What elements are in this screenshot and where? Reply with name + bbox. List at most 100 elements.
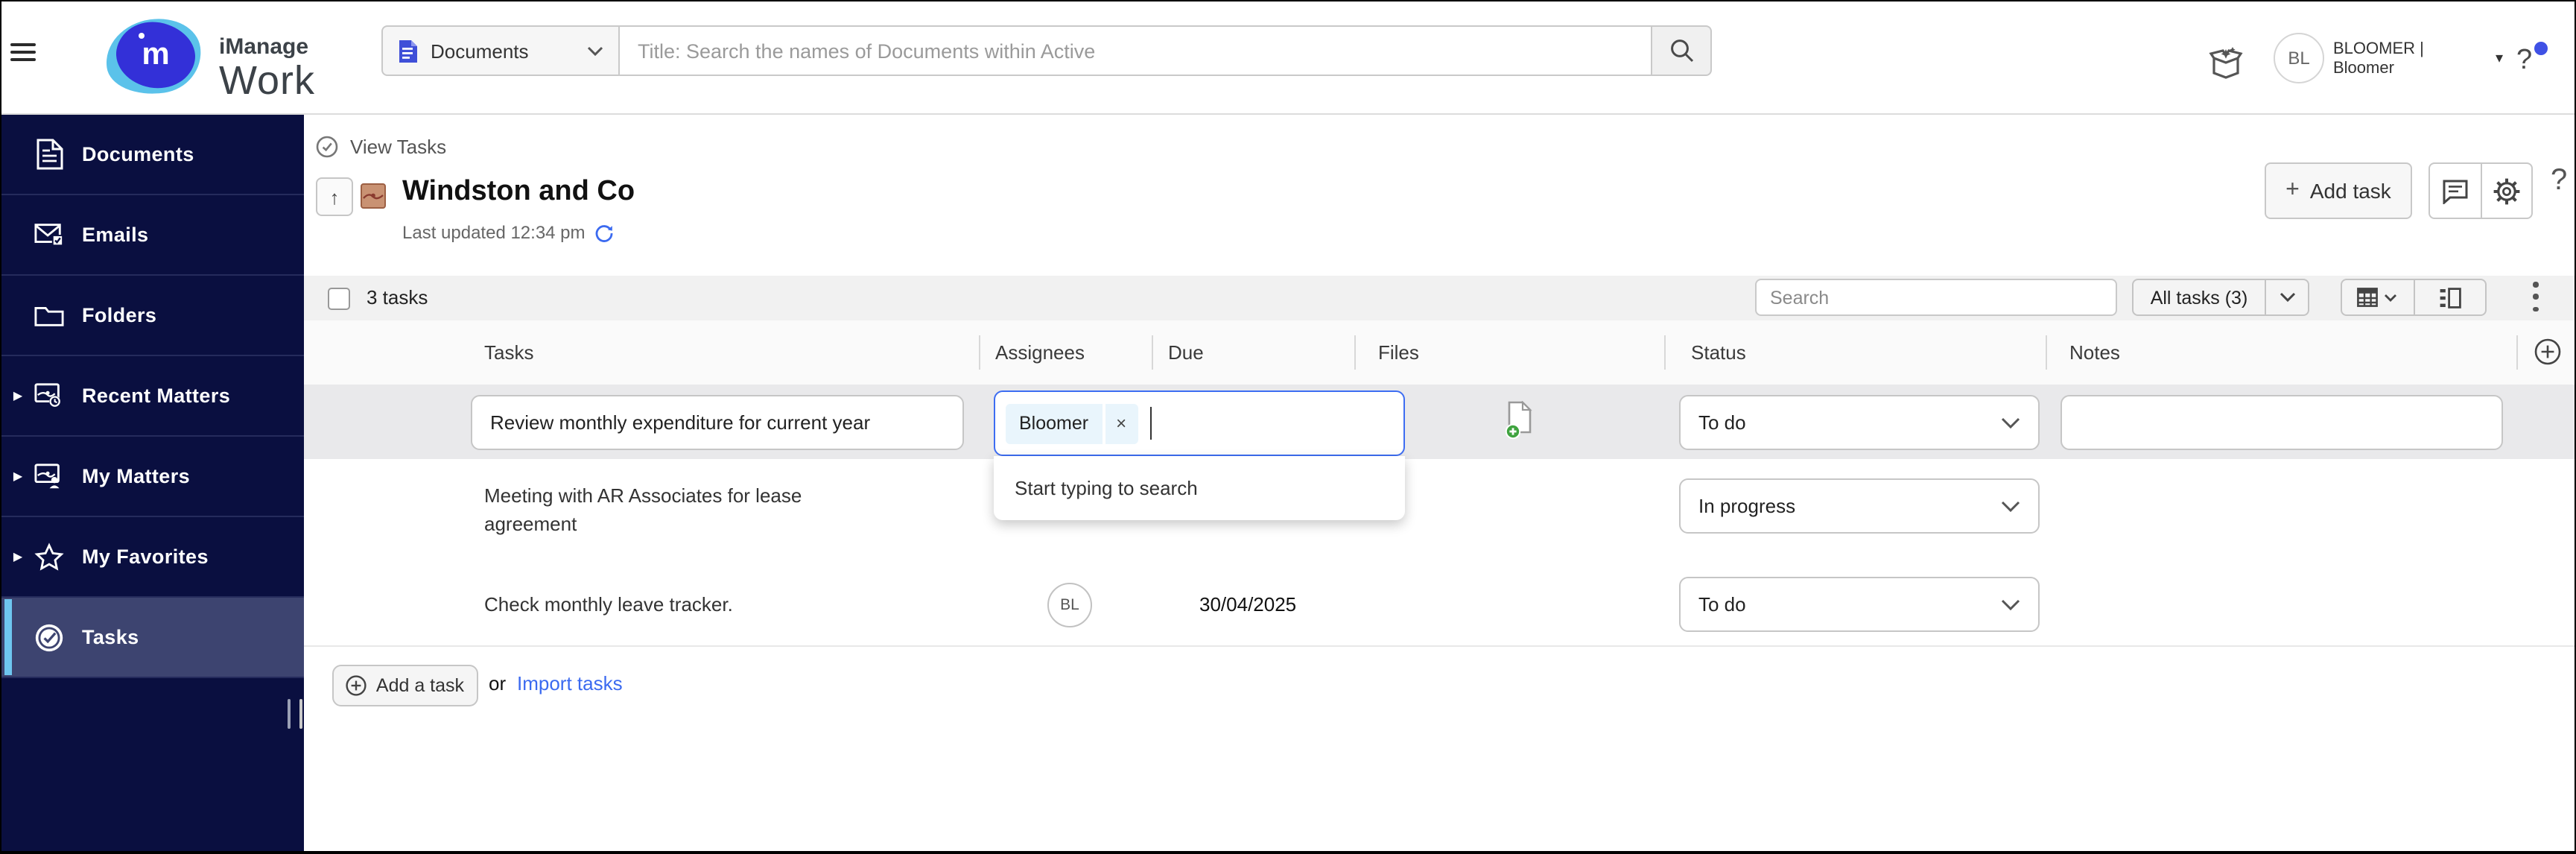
table-view-icon	[2357, 288, 2379, 307]
chip-remove-icon[interactable]: ×	[1105, 403, 1138, 443]
expand-arrow-icon[interactable]: ▶	[1, 550, 34, 563]
view-switcher	[2341, 279, 2487, 316]
sidebar-item-tasks[interactable]: Tasks	[1, 598, 304, 678]
document-icon	[398, 38, 419, 63]
breadcrumb-label: View Tasks	[350, 136, 447, 158]
user-menu-caret-icon[interactable]: ▾	[2496, 51, 2503, 67]
help-icon[interactable]: ?	[2516, 45, 2532, 78]
app-window: m iManage Work Documents BL	[1, 1, 2575, 851]
expand-arrow-icon[interactable]: ▶	[1, 389, 34, 402]
sidebar-item-my-matters[interactable]: ▶ My Matters	[1, 437, 304, 517]
sidebar-item-label: Recent Matters	[82, 385, 231, 407]
tasks-toolbar: 3 tasks All tasks (3)	[304, 276, 2575, 320]
status-select[interactable]: To do	[1679, 395, 2040, 450]
add-task-label: Add task	[2309, 179, 2391, 203]
chevron-down-icon	[2001, 417, 2020, 428]
notes-input[interactable]	[2061, 395, 2503, 450]
status-select[interactable]: To do	[1679, 577, 2040, 632]
due-date[interactable]: 30/04/2025	[1199, 593, 1296, 616]
task-title-input[interactable]	[471, 395, 964, 450]
status-select[interactable]: In progress	[1679, 478, 2040, 534]
imanage-logo: m iManage Work	[101, 13, 314, 103]
user-name-line2: Bloomer	[2333, 60, 2394, 78]
search-submit-button[interactable]	[1652, 25, 1712, 76]
status-value: To do	[1698, 411, 1746, 434]
add-column-button[interactable]	[2534, 338, 2561, 365]
file-add-icon	[1505, 401, 1532, 440]
header-icon-group	[2429, 162, 2533, 219]
sidebar-item-my-favorites[interactable]: ▶ My Favorites	[1, 517, 304, 598]
sidebar-item-folders[interactable]: Folders	[1, 276, 304, 356]
select-all-checkbox[interactable]	[328, 288, 350, 310]
comment-icon	[2443, 179, 2467, 203]
sidebar-item-recent-matters[interactable]: ▶ Recent Matters	[1, 356, 304, 437]
column-header-assignees[interactable]: Assignees	[995, 320, 1085, 385]
sidebar-item-documents[interactable]: Documents	[1, 115, 304, 195]
import-tasks-link[interactable]: Import tasks	[517, 672, 623, 695]
column-header-tasks[interactable]: Tasks	[484, 320, 533, 385]
page-help-icon[interactable]: ?	[2551, 164, 2567, 198]
settings-button[interactable]	[2480, 164, 2531, 218]
screenshot-frame: m iManage Work Documents BL	[0, 0, 2576, 854]
expand-arrow-icon[interactable]: ▶	[1, 469, 34, 483]
task-title[interactable]: Check monthly leave tracker.	[484, 590, 901, 619]
column-header-files[interactable]: Files	[1378, 320, 1419, 385]
panel-resize-handle[interactable]	[299, 699, 302, 729]
logo-text-imanage: iManage	[219, 34, 309, 60]
table-row[interactable]: Bloomer × To do	[304, 385, 2575, 459]
side-panel-view-button[interactable]	[2413, 280, 2485, 314]
sidebar-item-emails[interactable]: Emails	[1, 195, 304, 276]
view-tasks-icon	[316, 136, 338, 158]
table-row[interactable]: Meeting with AR Associates for lease agr…	[304, 459, 2575, 565]
logo-text-work: Work	[219, 58, 316, 103]
last-updated-text: Last updated 12:34 pm	[402, 222, 586, 243]
sidebar-item-label: Documents	[82, 143, 194, 165]
user-avatar[interactable]: BL	[2274, 33, 2324, 83]
table-view-button[interactable]	[2342, 280, 2413, 314]
task-search-input[interactable]	[1755, 279, 2117, 316]
column-header-due[interactable]: Due	[1168, 320, 1204, 385]
status-value: In progress	[1698, 495, 1796, 517]
main-content: View Tasks ↑ Windston and Co Last update…	[304, 115, 2575, 851]
search-scope-dropdown[interactable]: Documents	[381, 25, 620, 76]
sidebar-nav: Documents Emails Folders ▶ Recent Matter…	[1, 115, 304, 851]
sidebar-resize-handle[interactable]	[288, 699, 291, 729]
my-matters-icon	[34, 461, 64, 491]
matter-icon	[361, 183, 386, 209]
add-task-button[interactable]: + Add task	[2265, 162, 2412, 219]
table-row[interactable]: Check monthly leave tracker. BL 30/04/20…	[304, 563, 2575, 647]
assignee-suggestion-dropdown[interactable]: Start typing to search	[994, 456, 1405, 520]
plus-icon: +	[2285, 177, 2300, 203]
star-icon	[34, 542, 64, 572]
hamburger-menu-icon[interactable]	[10, 43, 36, 61]
assignee-avatar[interactable]: BL	[1047, 583, 1092, 627]
task-filter-dropdown[interactable]: All tasks (3)	[2132, 279, 2309, 316]
table-header: Tasks Assignees Due Files Status Notes	[304, 320, 2575, 386]
refresh-icon[interactable]	[594, 223, 614, 242]
chevron-down-icon	[2001, 500, 2020, 512]
assignee-chip: Bloomer ×	[1006, 403, 1138, 443]
column-header-notes[interactable]: Notes	[2069, 320, 2120, 385]
add-a-task-label: Add a task	[375, 675, 465, 696]
plus-circle-icon	[2534, 338, 2561, 365]
column-header-status[interactable]: Status	[1691, 320, 1746, 385]
breadcrumb: View Tasks	[316, 136, 446, 158]
search-input[interactable]	[620, 25, 1652, 76]
chevron-down-icon	[587, 45, 603, 56]
user-name-line1: BLOOMER |	[2333, 40, 2424, 58]
notification-dot	[2534, 42, 2548, 55]
last-updated: Last updated 12:34 pm	[402, 222, 614, 243]
comments-button[interactable]	[2430, 164, 2480, 218]
assignee-input[interactable]: Bloomer ×	[994, 390, 1405, 456]
task-count: 3 tasks	[367, 286, 428, 309]
whats-new-icon[interactable]	[2208, 43, 2245, 79]
chevron-down-icon	[2265, 280, 2308, 314]
navigate-up-button[interactable]: ↑	[316, 177, 353, 216]
or-text: or	[489, 672, 507, 695]
top-bar: m iManage Work Documents BL	[1, 1, 2575, 115]
logo-dot	[139, 33, 145, 39]
more-options-icon[interactable]	[2527, 280, 2545, 313]
attach-file-button[interactable]	[1505, 401, 1535, 441]
task-title[interactable]: Meeting with AR Associates for lease agr…	[484, 481, 872, 538]
add-a-task-button[interactable]: Add a task	[332, 665, 478, 706]
